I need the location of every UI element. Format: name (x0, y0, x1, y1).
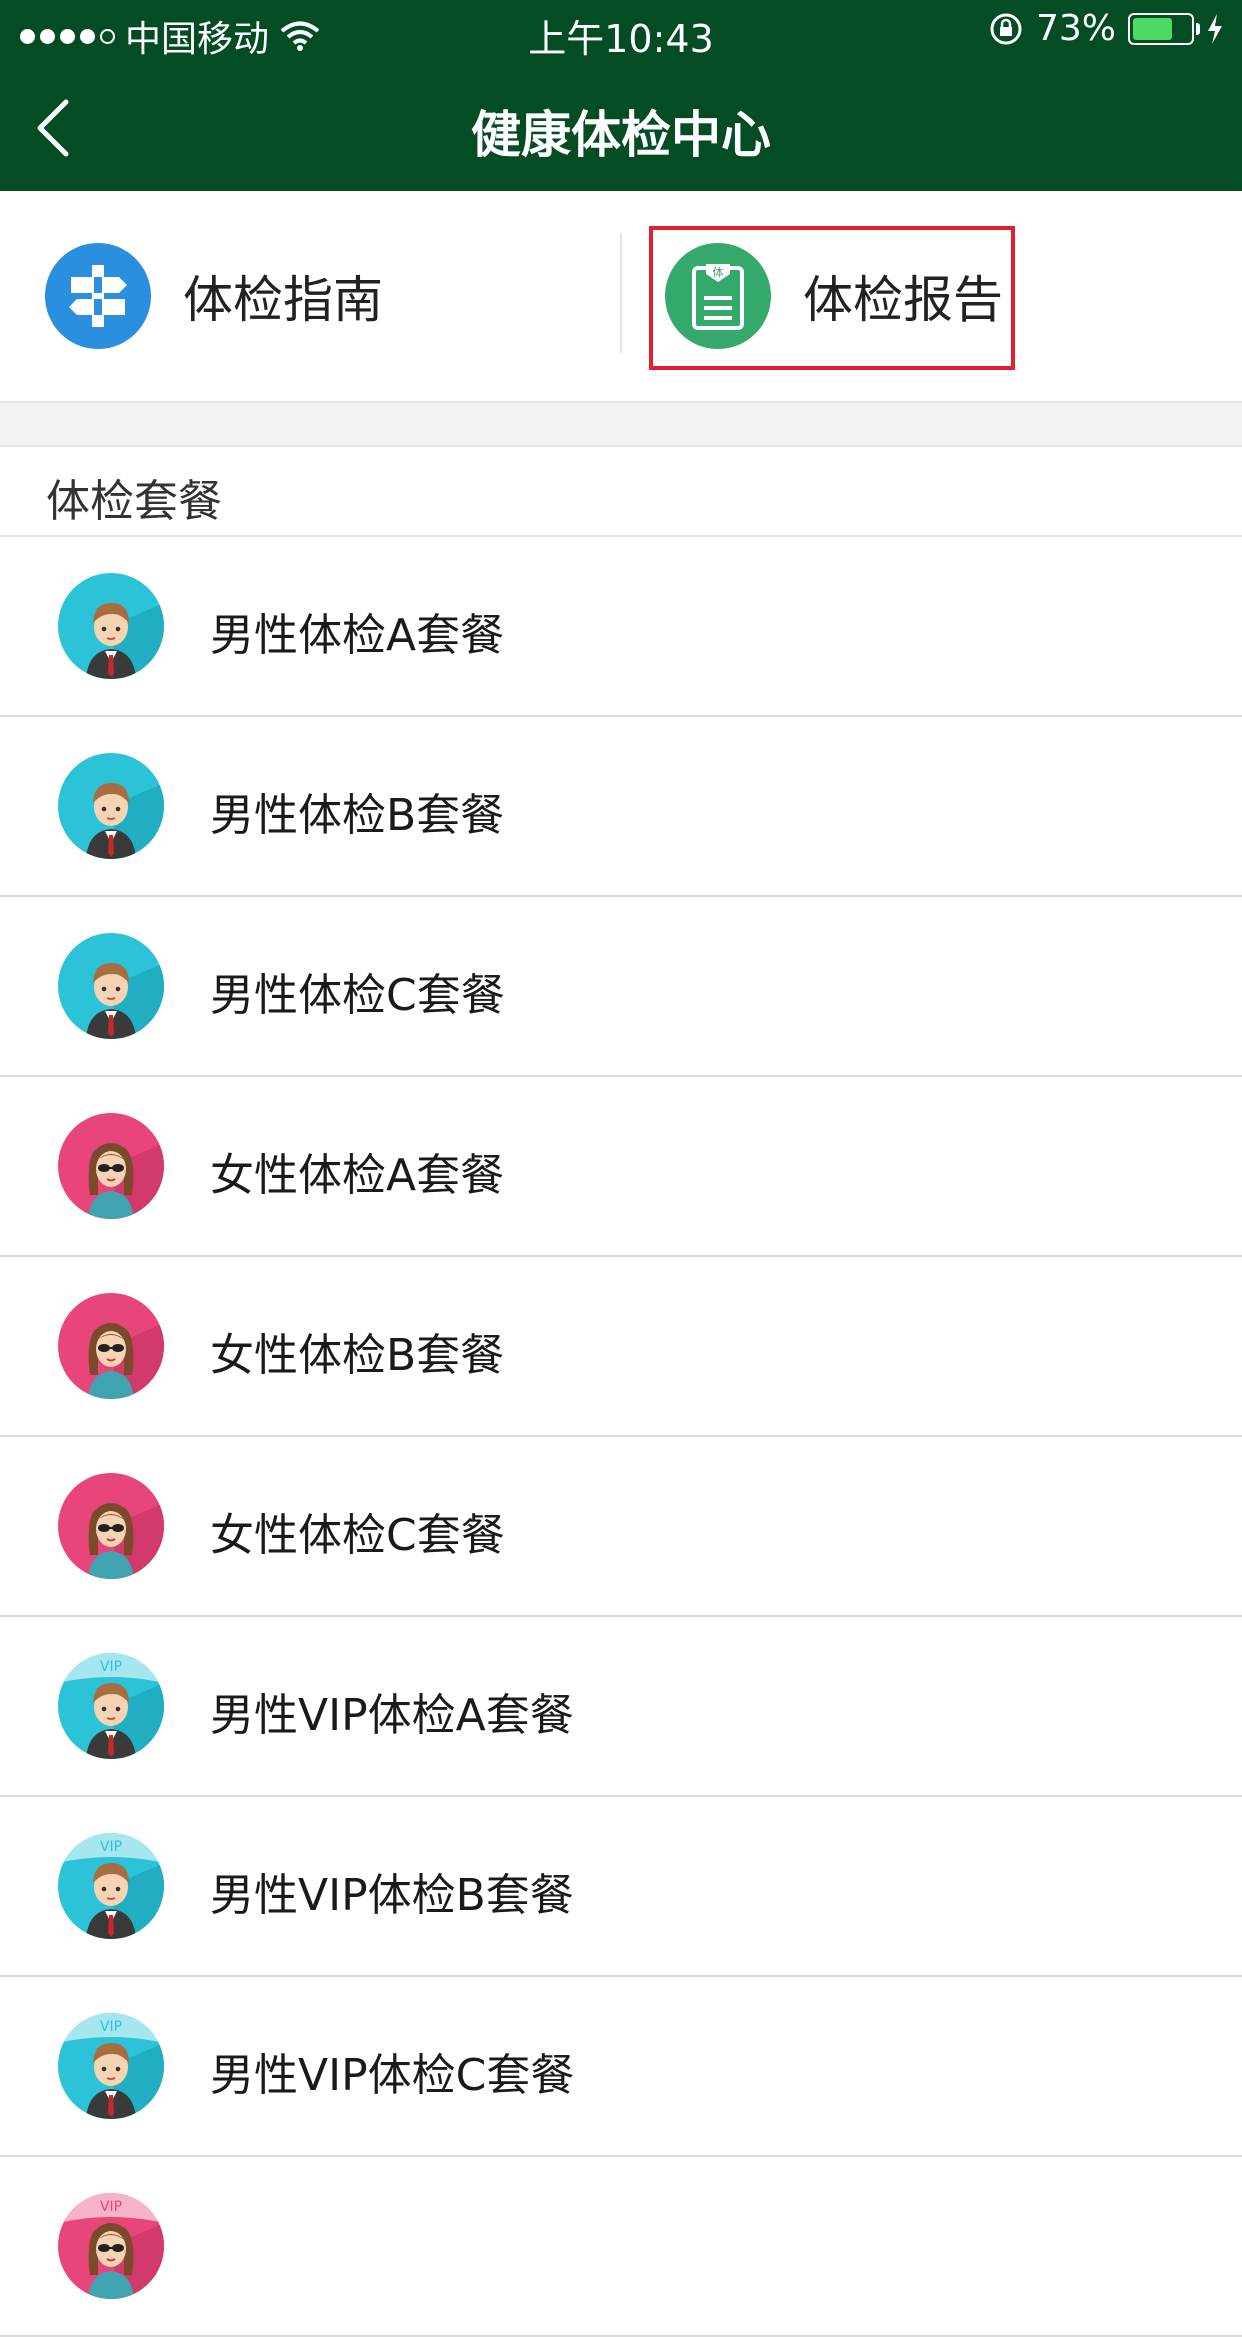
package-list-item[interactable]: VIP 男性VIP体检C套餐 (0, 1977, 1242, 2157)
svg-text:VIP: VIP (100, 2019, 122, 2035)
battery-icon (1128, 12, 1200, 45)
section-title: 体检套餐 (46, 476, 222, 527)
svg-text:VIP: VIP (100, 2199, 122, 2215)
page-title: 健康体检中心 (471, 106, 771, 164)
svg-text:VIP: VIP (100, 1839, 122, 1855)
male-avatar-icon: VIP (58, 2013, 164, 2119)
package-list-item[interactable]: 男性体检A套餐 (0, 537, 1242, 717)
male-avatar-icon (58, 753, 164, 859)
female-avatar-icon (58, 1113, 164, 1219)
rotation-lock-icon (990, 13, 1022, 44)
package-list-item[interactable]: 男性体检C套餐 (0, 897, 1242, 1077)
app-header: 中国移动 上午10:43 73% 健康体检中心 (0, 0, 1242, 191)
package-name: 女性体检B套餐 (210, 1330, 505, 1381)
package-list-item[interactable]: VIP (0, 2157, 1242, 2337)
highlight-box (649, 226, 1015, 370)
package-list-item[interactable]: VIP 男性VIP体检A套餐 (0, 1617, 1242, 1797)
female-avatar-icon: VIP (58, 2193, 164, 2299)
male-avatar-icon (58, 573, 164, 679)
package-list-item[interactable]: 女性体检C套餐 (0, 1437, 1242, 1617)
male-avatar-icon (58, 933, 164, 1039)
package-name: 男性体检B套餐 (210, 790, 505, 841)
section-gap (0, 401, 1242, 447)
package-list-item[interactable]: 女性体检A套餐 (0, 1077, 1242, 1257)
male-avatar-icon: VIP (58, 1653, 164, 1759)
divider (620, 233, 622, 353)
package-name: 男性VIP体检B套餐 (210, 1870, 574, 1921)
package-name: 男性体检C套餐 (210, 970, 505, 1021)
package-name: 男性VIP体检A套餐 (210, 1690, 574, 1741)
section-header: 体检套餐 (0, 447, 1242, 537)
signpost-icon (45, 243, 151, 349)
package-name: 男性体检A套餐 (210, 610, 505, 661)
package-list-item[interactable]: 女性体检B套餐 (0, 1257, 1242, 1437)
quick-actions: 体检指南 体 体检报告 (0, 191, 1242, 401)
battery-percent: 73% (1035, 8, 1116, 49)
package-list-item[interactable]: VIP 男性VIP体检B套餐 (0, 1797, 1242, 1977)
package-list-item[interactable]: 男性体检B套餐 (0, 717, 1242, 897)
male-avatar-icon: VIP (58, 1833, 164, 1939)
status-bar: 中国移动 上午10:43 73% (0, 0, 1242, 62)
package-name: 女性体检A套餐 (210, 1150, 505, 1201)
exam-guide-button[interactable]: 体检指南 (45, 191, 383, 401)
exam-guide-label: 体检指南 (183, 271, 383, 329)
female-avatar-icon (58, 1473, 164, 1579)
svg-text:VIP: VIP (100, 1659, 122, 1675)
charging-bolt-icon (1208, 13, 1222, 44)
package-name: 男性VIP体检C套餐 (210, 2050, 575, 2101)
female-avatar-icon (58, 1293, 164, 1399)
package-name: 女性体检C套餐 (210, 1510, 505, 1561)
package-list: 男性体检A套餐 男性体检B套餐 男性体检C套餐 女性体检A套餐 女性体检B套餐 … (0, 537, 1242, 2337)
